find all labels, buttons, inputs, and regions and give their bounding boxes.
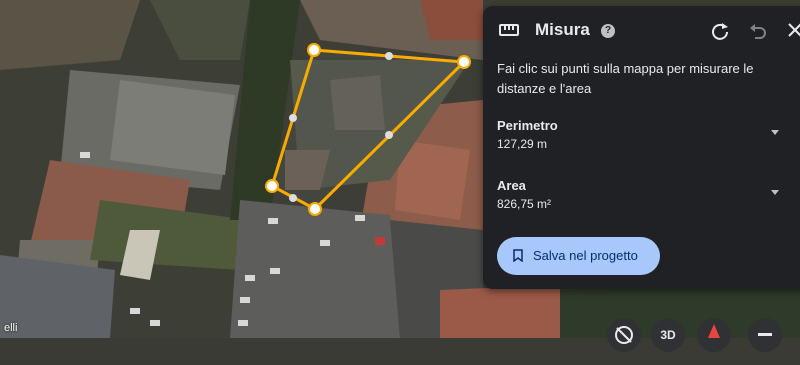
- measure-panel: Misura ? Fai clic sui punti sulla mappa …: [483, 6, 800, 289]
- zoom-out-icon[interactable]: [748, 318, 782, 352]
- perimeter-label: Perimetro: [497, 118, 558, 133]
- save-to-project-button[interactable]: Salva nel progetto: [497, 237, 660, 275]
- area-label: Area: [497, 178, 526, 193]
- save-button-label: Salva nel progetto: [533, 248, 638, 263]
- street-label: elli: [4, 322, 18, 334]
- compass-icon[interactable]: [607, 318, 641, 352]
- pegman-icon[interactable]: [697, 318, 731, 352]
- perimeter-unit-dropdown[interactable]: [771, 130, 779, 135]
- measure-midpoint[interactable]: [385, 52, 393, 60]
- undo-icon[interactable]: [748, 21, 768, 41]
- measure-vertex[interactable]: [457, 55, 471, 69]
- measure-vertex[interactable]: [307, 43, 321, 57]
- instructions-text: Fai clic sui punti sulla mappa per misur…: [497, 61, 754, 96]
- panel-title: Misura: [535, 20, 590, 39]
- panel-header: Misura ?: [483, 6, 800, 56]
- ruler-icon: [499, 24, 519, 36]
- view-3d-button[interactable]: 3D: [651, 318, 685, 352]
- area-value: 826,75 m²: [497, 197, 552, 211]
- perimeter-value: 127,29 m: [497, 137, 548, 151]
- area-unit-dropdown[interactable]: [771, 190, 779, 195]
- measure-vertex[interactable]: [308, 202, 322, 216]
- close-icon[interactable]: [786, 21, 800, 39]
- refresh-icon[interactable]: [710, 21, 730, 41]
- measure-midpoint[interactable]: [289, 114, 297, 122]
- measure-midpoint[interactable]: [385, 131, 393, 139]
- bookmark-icon: [513, 249, 523, 262]
- measure-midpoint[interactable]: [289, 194, 297, 202]
- measure-vertex[interactable]: [265, 179, 279, 193]
- help-icon[interactable]: ?: [601, 24, 615, 38]
